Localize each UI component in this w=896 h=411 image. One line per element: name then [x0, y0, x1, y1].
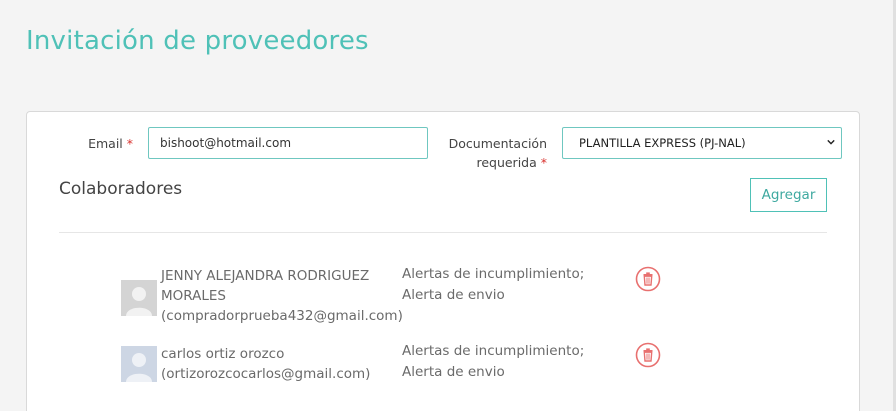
email-label: Email *	[87, 134, 133, 153]
avatar	[121, 346, 157, 382]
collaborator-name-line1: carlos ortiz orozco	[161, 346, 285, 362]
required-mark: *	[126, 136, 133, 151]
user-placeholder-icon	[121, 280, 157, 316]
documentation-selected-value: PLANTILLA EXPRESS (PJ-NAL)	[579, 136, 746, 150]
alerts-line2: Alerta de envio	[402, 287, 505, 303]
invite-card: Email * bishoot@hotmail.com Documentació…	[26, 111, 860, 411]
email-field[interactable]: bishoot@hotmail.com	[148, 127, 428, 159]
email-label-text: Email	[88, 136, 123, 151]
documentation-label: Documentación requerida *	[437, 134, 547, 172]
page-title: Invitación de proveedores	[26, 26, 369, 56]
collaborators-title: Colaboradores	[59, 179, 183, 199]
collaborator-name: JENNY ALEJANDRA RODRIGUEZ MORALES (compr…	[161, 266, 403, 326]
delete-collaborator-button[interactable]	[635, 266, 661, 292]
alerts-line2: Alerta de envio	[402, 364, 505, 380]
delete-collaborator-button[interactable]	[635, 342, 661, 368]
required-mark: *	[540, 155, 547, 170]
documentation-label-line1: Documentación	[448, 136, 547, 151]
collaborator-alerts: Alertas de incumplimiento; Alerta de env…	[402, 341, 602, 383]
avatar	[121, 280, 157, 316]
collaborator-email: (ortizorozcocarlos@gmail.com)	[161, 366, 371, 382]
alerts-line1: Alertas de incumplimiento;	[402, 266, 585, 282]
collaborator-name-line2: MORALES	[161, 288, 226, 304]
collaborator-alerts: Alertas de incumplimiento; Alerta de env…	[402, 264, 602, 306]
documentation-label-line2: requerida	[476, 155, 537, 170]
collaborator-email: (compradorprueba432@gmail.com)	[161, 308, 403, 324]
divider	[59, 232, 827, 233]
user-photo-icon	[121, 346, 157, 382]
collaborator-name: carlos ortiz orozco (ortizorozcocarlos@g…	[161, 344, 401, 384]
alerts-line1: Alertas de incumplimiento;	[402, 343, 585, 359]
chevron-down-icon	[827, 139, 835, 145]
collaborator-name-line1: JENNY ALEJANDRA RODRIGUEZ	[161, 268, 370, 284]
add-collaborator-button[interactable]: Agregar	[750, 178, 827, 212]
documentation-select[interactable]: PLANTILLA EXPRESS (PJ-NAL)	[562, 127, 842, 159]
